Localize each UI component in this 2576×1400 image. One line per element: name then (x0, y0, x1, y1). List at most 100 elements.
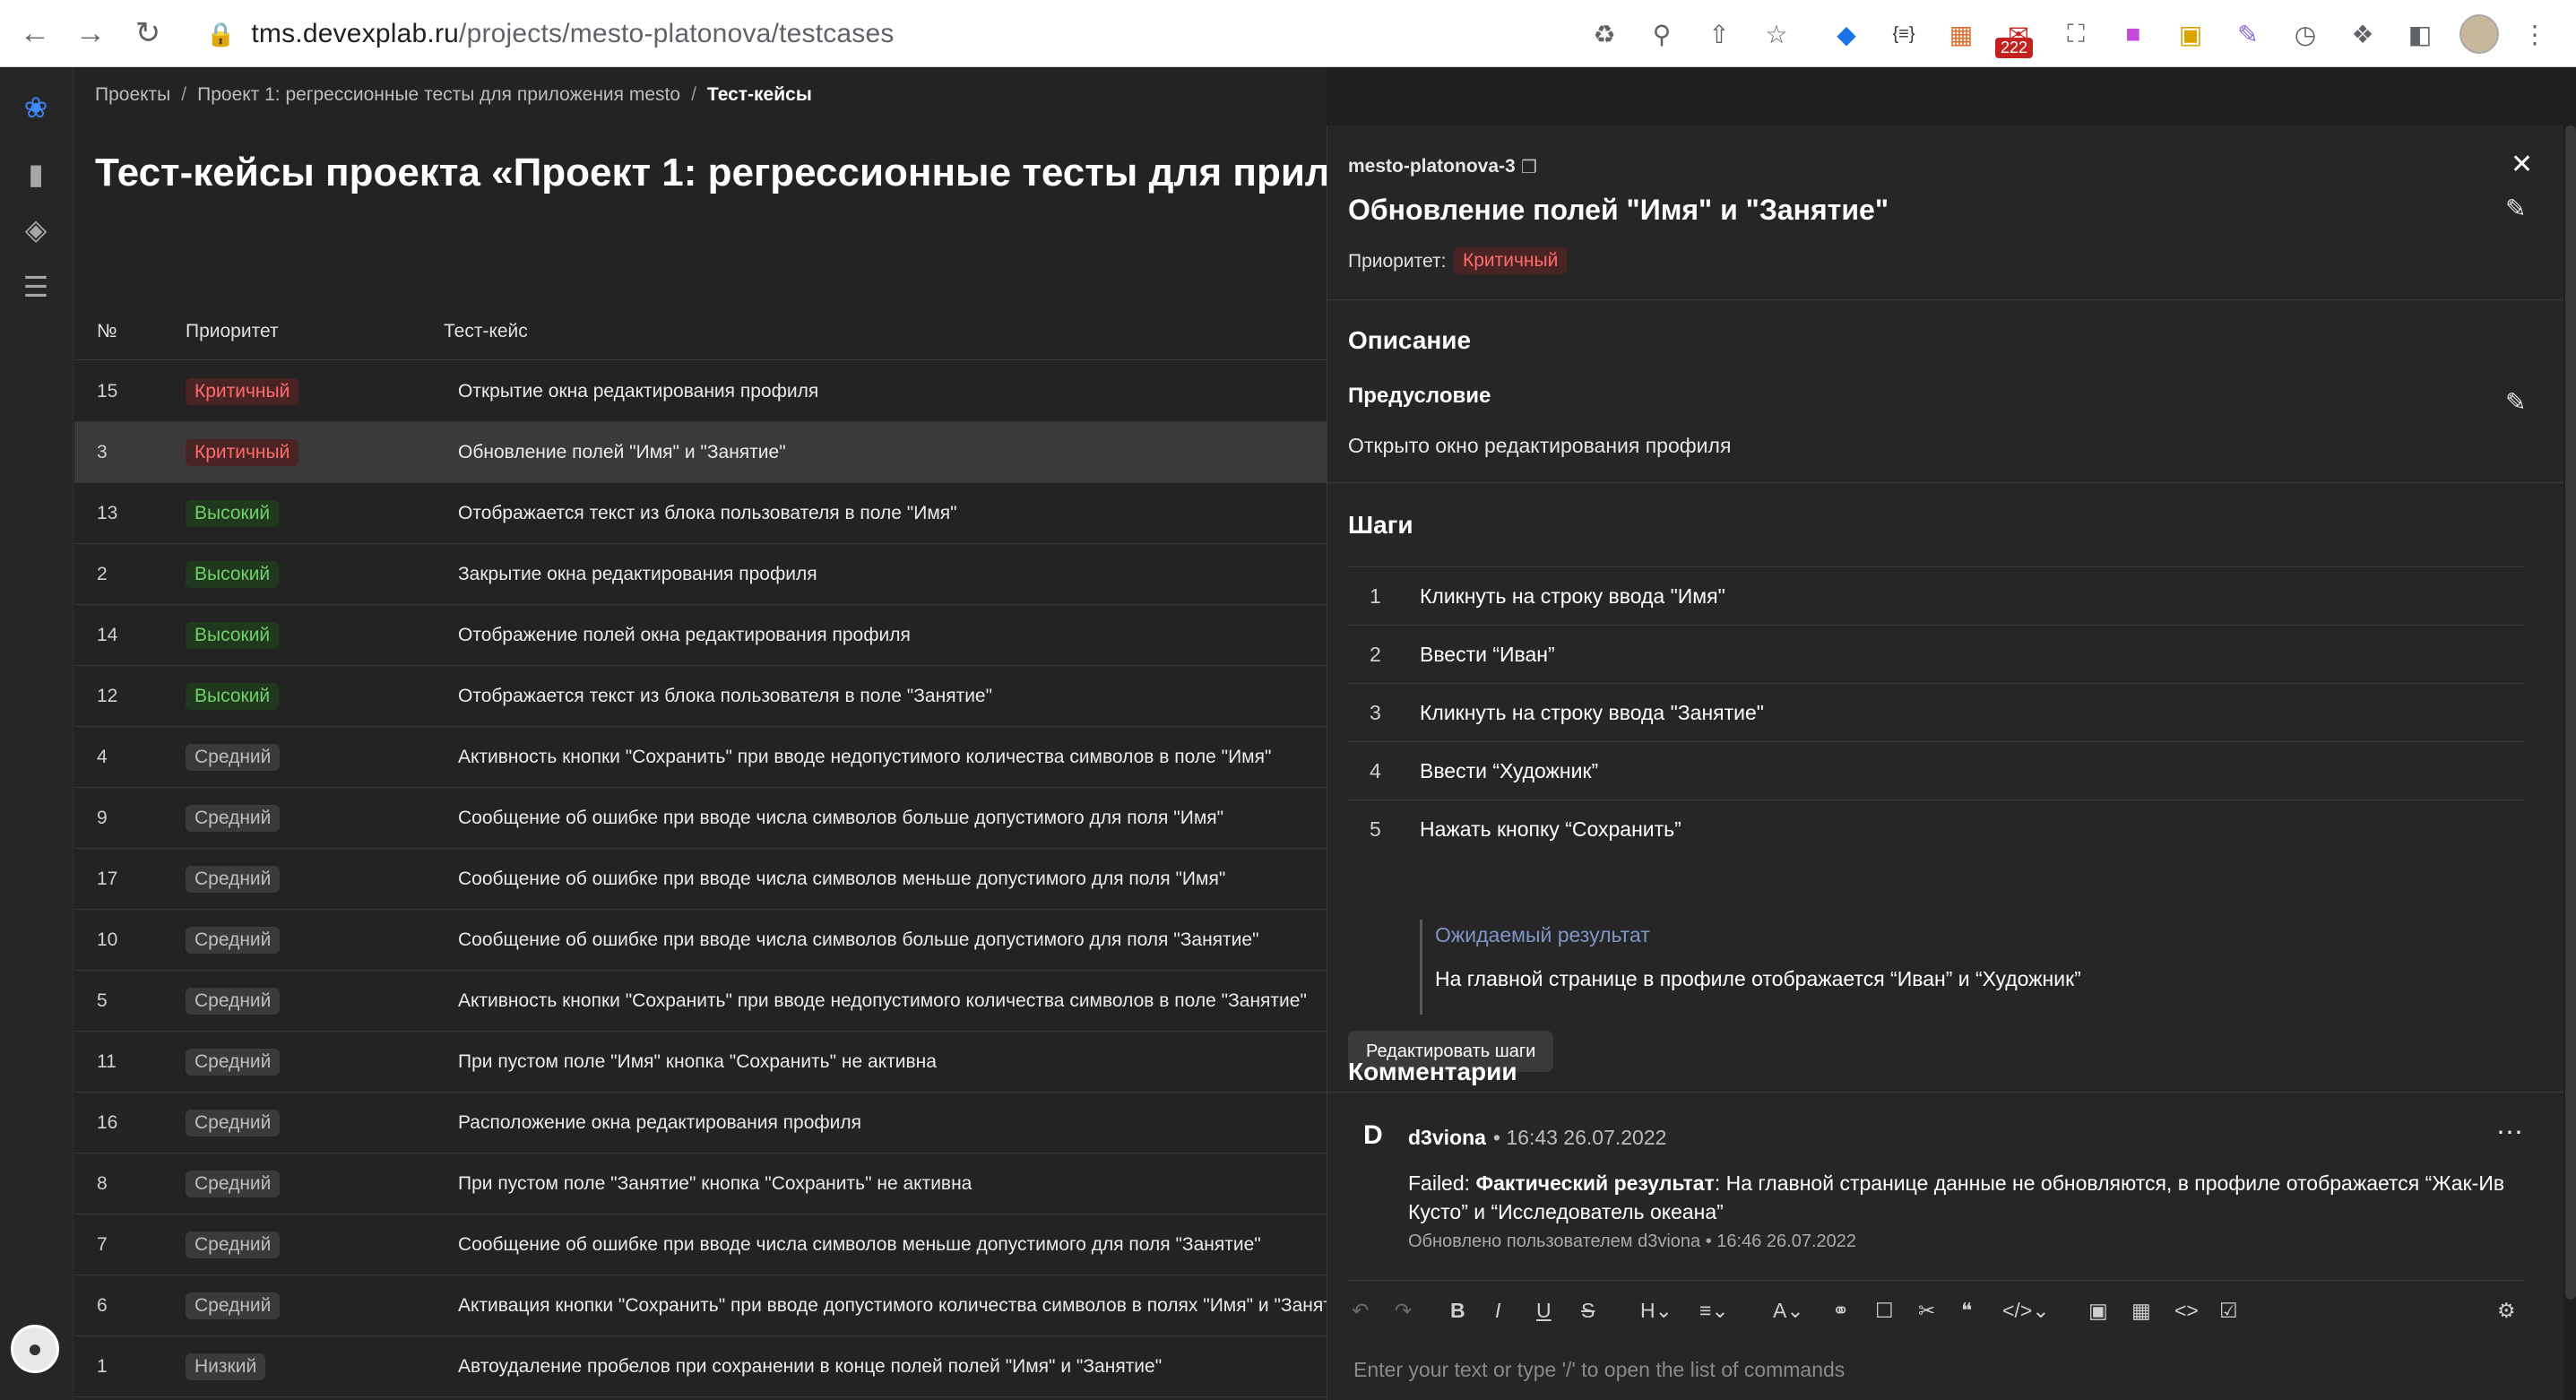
table-row[interactable]: 5 Средний Активность кнопки "Сохранить" пр… (74, 971, 1327, 1032)
testcase-name[interactable]: Сообщение об ошибке при вводе числа симв… (458, 929, 1259, 951)
table-row[interactable]: 13 Высокий Отображается текст из блока пол… (74, 483, 1327, 544)
table-row[interactable]: 2 Высокий Закрытие окна редактирования про… (74, 544, 1327, 605)
list-format-icon[interactable]: ≡⌄ (1699, 1299, 1729, 1323)
table-row[interactable]: 7 Средний Сообщение об ошибке при вводе чи… (74, 1214, 1327, 1275)
row-number: 11 (97, 1051, 117, 1072)
link-icon[interactable]: ⚭ (1832, 1299, 1849, 1323)
reload-icon[interactable]: ↻ (127, 13, 169, 54)
extension-folder-icon[interactable]: ▣ (2173, 16, 2209, 52)
side-panel-icon[interactable]: ◧ (2402, 16, 2438, 52)
table-row[interactable]: 14 Высокий Отображение полей окна редактир… (74, 605, 1327, 666)
extension-screenshot-icon[interactable]: ⛶ (2058, 16, 2094, 52)
back-icon[interactable]: ← (14, 13, 56, 54)
table-row[interactable]: 1 Низкий Автоудаление пробелов при сохране… (74, 1336, 1327, 1397)
extension-google-icon[interactable]: ◆ (1828, 16, 1864, 52)
table-row[interactable]: 12 Высокий Отображается текст из блока пол… (74, 666, 1327, 727)
testcase-name[interactable]: Сообщение об ошибке при вводе числа симв… (458, 808, 1223, 829)
panel-scrollbar[interactable] (2565, 125, 2576, 1300)
strikethrough-icon[interactable]: S (1581, 1299, 1595, 1323)
column-header-number[interactable]: № (97, 321, 117, 342)
testcase-name[interactable]: Сообщение об ошибке при вводе числа симв… (458, 869, 1225, 890)
table-row[interactable]: 9 Средний Сообщение об ошибке при вводе чи… (74, 788, 1327, 849)
comment-body: Failed: Фактический результат: На главно… (1408, 1169, 2537, 1226)
share-icon[interactable]: ⇧ (1701, 16, 1737, 52)
underline-icon[interactable]: U (1536, 1299, 1552, 1323)
breadcrumb-project[interactable]: Проект 1: регрессионные тесты для прилож… (197, 84, 680, 105)
testcase-name[interactable]: Отображение полей окна редактирования пр… (458, 625, 911, 646)
extension-gradient-icon[interactable]: ■ (2115, 16, 2151, 52)
testcase-name[interactable]: При пустом поле "Занятие" кнопка "Сохран… (458, 1173, 972, 1195)
comments-heading: Комментарии (1348, 1058, 1517, 1085)
testcase-name[interactable]: Открытие окна редактирования профиля (458, 381, 818, 402)
table-row[interactable]: 17 Средний Сообщение об ошибке при вводе ч… (74, 849, 1327, 910)
settings-gear-icon[interactable]: ⚙ (2497, 1299, 2516, 1323)
browser-menu-icon[interactable]: ⋮ (2517, 16, 2553, 52)
row-number: 1 (97, 1356, 108, 1377)
zoom-icon[interactable]: ⚲ (1644, 16, 1680, 52)
comment-author[interactable]: d3viona (1408, 1126, 1486, 1149)
table-row[interactable]: 11 Средний При пустом поле "Имя" кнопка "С… (74, 1032, 1327, 1093)
precondition-heading: Предусловие (1348, 384, 1491, 408)
testcase-name[interactable]: Закрытие окна редактирования профиля (458, 564, 817, 585)
inline-code-icon[interactable]: <> (2174, 1299, 2199, 1323)
quote-icon[interactable]: ❝ (1961, 1299, 1972, 1323)
extension-clock-icon[interactable]: ◷ (2287, 16, 2323, 52)
forward-icon[interactable]: → (70, 13, 111, 54)
bold-icon[interactable]: B (1450, 1299, 1465, 1323)
profile-avatar[interactable] (2459, 14, 2499, 54)
address-bar[interactable]: 🔒 tms.devexplab.ru/projects/mesto-platon… (183, 9, 1814, 59)
table-row[interactable]: 3 Критичный Обновление полей "Имя" и "Заня… (74, 422, 1327, 483)
testcase-name[interactable]: Активность кнопки "Сохранить" при вводе … (458, 747, 1271, 768)
italic-icon[interactable]: I (1495, 1299, 1500, 1323)
testcase-name[interactable]: Сообщение об ошибке при вводе числа симв… (458, 1234, 1261, 1256)
table-icon[interactable]: ▦ (2131, 1299, 2151, 1323)
list-icon[interactable]: ☰ (16, 267, 56, 307)
column-header-testcase[interactable]: Тест-кейс (444, 321, 528, 342)
testcase-name[interactable]: При пустом поле "Имя" кнопка "Сохранить"… (458, 1051, 937, 1073)
column-header-priority[interactable]: Приоритет (186, 321, 279, 342)
table-row[interactable]: 15 Критичный Открытие окна редактирования … (74, 361, 1327, 422)
close-icon[interactable]: ✕ (2511, 149, 2533, 180)
note-icon[interactable]: ☐ (1875, 1299, 1894, 1323)
extension-json-icon[interactable]: {≡} (1886, 16, 1922, 52)
testcase-name[interactable]: Отображается текст из блока пользователя… (458, 686, 992, 707)
table-row[interactable]: 10 Средний Сообщение об ошибке при вводе ч… (74, 910, 1327, 971)
extensions-puzzle-icon[interactable]: ❖ (2345, 16, 2381, 52)
image-icon[interactable]: ▣ (2088, 1299, 2108, 1323)
testcase-name[interactable]: Активация кнопки "Сохранить" при вводе д… (458, 1295, 1327, 1317)
table-row[interactable]: 6 Средний Активация кнопки "Сохранить" при… (74, 1275, 1327, 1336)
bookmark-star-icon[interactable]: ☆ (1759, 16, 1794, 52)
undo-icon[interactable]: ↶ (1352, 1299, 1369, 1323)
heading-icon[interactable]: H⌄ (1640, 1299, 1673, 1323)
testcase-name[interactable]: Обновление полей "Имя" и "Занятие" (458, 442, 786, 463)
cut-icon[interactable]: ✂ (1918, 1299, 1935, 1323)
more-options-icon[interactable]: ⋯ (2496, 1117, 2523, 1148)
breadcrumb-current: Тест-кейсы (706, 84, 812, 105)
edit-precondition-icon[interactable]: ✎ (2505, 387, 2526, 417)
code-block-icon[interactable]: </>⌄ (2002, 1299, 2050, 1323)
checkbox-icon[interactable]: ☑ (2219, 1299, 2238, 1323)
breadcrumb-projects[interactable]: Проекты (95, 84, 170, 105)
comment-input[interactable] (1353, 1358, 2510, 1382)
copy-icon[interactable]: ❐ (1521, 156, 1537, 178)
extension-calendar-icon[interactable]: ▦ (1943, 16, 1979, 52)
table-row[interactable]: 8 Средний При пустом поле "Занятие" кнопка… (74, 1154, 1327, 1214)
table-row[interactable]: 16 Средний Расположение окна редактировани… (74, 1093, 1327, 1154)
testcase-name[interactable]: Активность кнопки "Сохранить" при вводе … (458, 990, 1307, 1012)
redo-icon[interactable]: ↷ (1395, 1299, 1412, 1323)
testcase-name[interactable]: Отображается текст из блока пользователя… (458, 503, 957, 524)
comment-editor: ↶ ↷ B I U S H⌄ ≡⌄ A⌄ ⚭ ☐ ✂ ❝ </>⌄ ▣ ▦ <>… (1348, 1280, 2524, 1400)
url-path: /projects/mesto-platonova/testcases (459, 19, 895, 48)
cubes-icon[interactable]: ◈ (16, 210, 56, 249)
folder-icon[interactable]: ▮ (16, 154, 56, 194)
testcase-name[interactable]: Автоудаление пробелов при сохранении в к… (458, 1356, 1162, 1378)
logo-palm-icon[interactable]: ❀ (16, 88, 56, 127)
testcase-name[interactable]: Расположение окна редактирования профиля (458, 1112, 861, 1134)
text-color-icon[interactable]: A⌄ (1773, 1299, 1804, 1323)
user-avatar[interactable]: ● (11, 1325, 59, 1373)
edit-title-icon[interactable]: ✎ (2505, 194, 2526, 223)
table-row[interactable]: 4 Средний Активность кнопки "Сохранить" пр… (74, 727, 1327, 788)
translate-icon[interactable]: ♻ (1586, 16, 1622, 52)
priority-badge: Критичный (186, 378, 299, 405)
extension-pen-icon[interactable]: ✎ (2230, 16, 2266, 52)
